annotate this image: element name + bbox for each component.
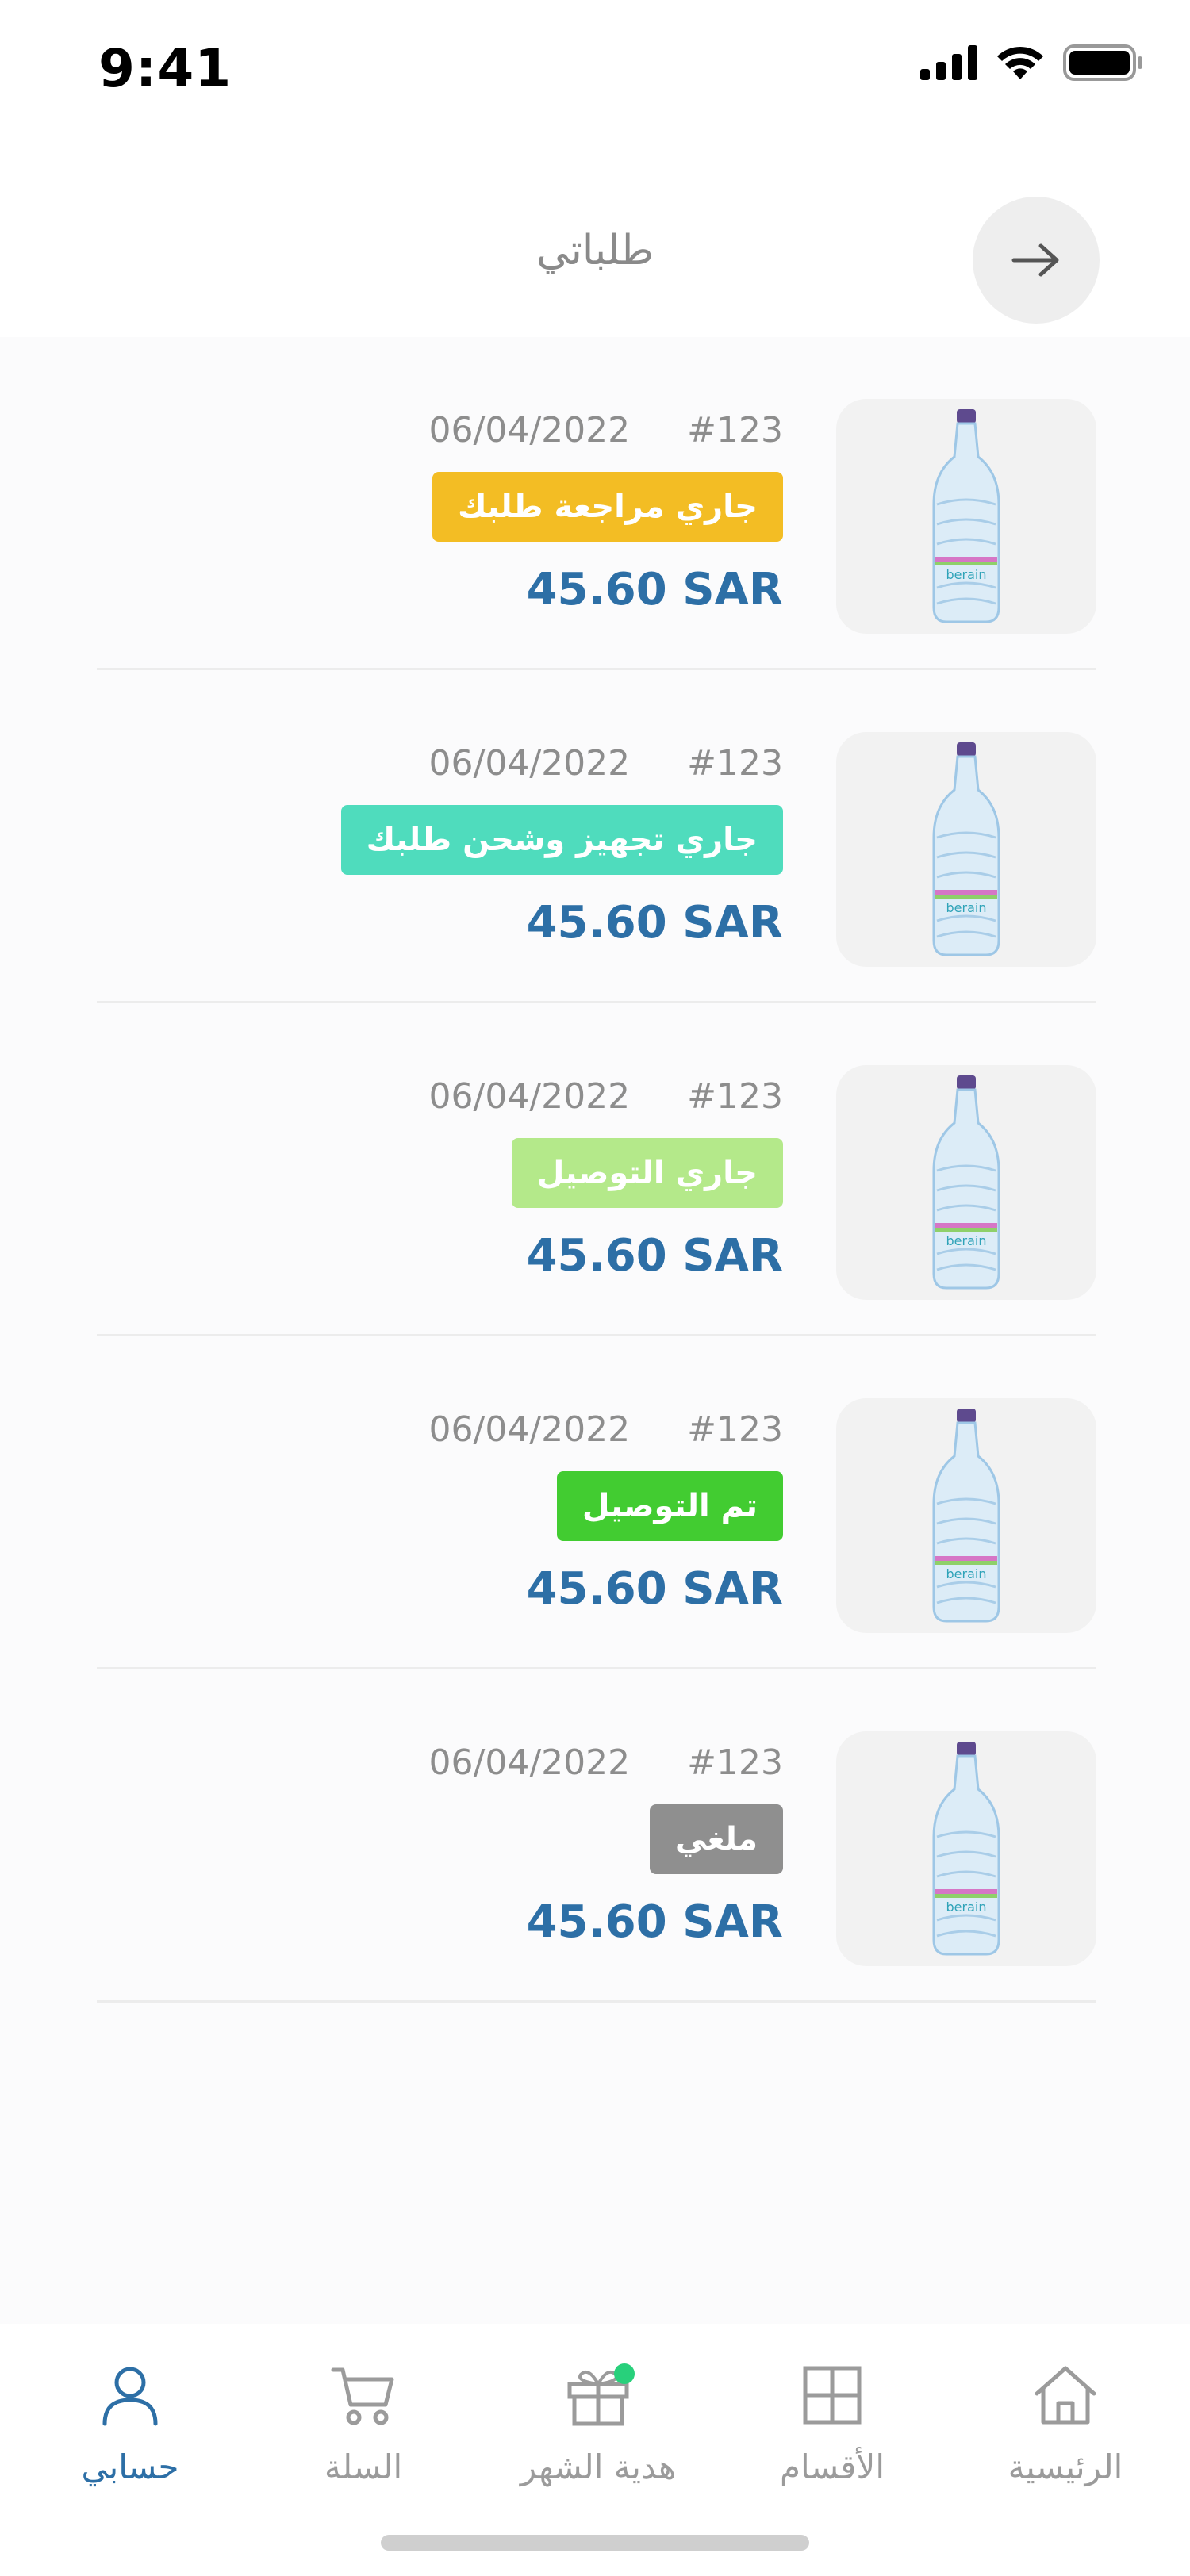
nav-item-cart[interactable]: السلة xyxy=(260,2363,466,2486)
nav-label-home: الرئيسية xyxy=(1008,2448,1123,2486)
order-meta: 06/04/2022 #123 xyxy=(307,407,783,454)
nav-label-cart: السلة xyxy=(324,2448,403,2486)
water-bottle-image: berain xyxy=(932,1742,1000,1956)
order-date: 06/04/2022 xyxy=(428,1076,631,1117)
order-price: 45.60 SAR xyxy=(526,1563,783,1615)
order-number: #123 xyxy=(687,1409,783,1450)
svg-text:berain: berain xyxy=(946,1899,987,1915)
nav-label-categories: الأقسام xyxy=(780,2448,885,2486)
back-button[interactable] xyxy=(973,197,1100,324)
water-bottle-image: berain xyxy=(932,1409,1000,1623)
product-thumbnail: berain xyxy=(836,399,1096,634)
order-meta: 06/04/2022 #123 xyxy=(307,1406,783,1454)
svg-text:berain: berain xyxy=(946,900,987,915)
status-time: 9:41 xyxy=(98,38,232,99)
order-number: #123 xyxy=(687,743,783,784)
signal-icon xyxy=(920,45,977,80)
svg-text:berain: berain xyxy=(946,1233,987,1248)
nav-item-home[interactable]: الرئيسية xyxy=(962,2363,1169,2486)
status-badge: جاري التوصيل xyxy=(511,1138,783,1208)
order-price: 45.60 SAR xyxy=(526,1896,783,1948)
svg-text:berain: berain xyxy=(946,1566,987,1581)
grid-icon xyxy=(803,2366,862,2425)
status-badge: ملغي xyxy=(649,1804,783,1874)
divider xyxy=(97,2000,1096,2003)
water-bottle-image: berain xyxy=(932,742,1000,956)
order-info: 06/04/2022 #123 ملغي 45.60 SAR xyxy=(307,1739,783,1950)
order-meta: 06/04/2022 #123 xyxy=(307,1073,783,1121)
svg-text:berain: berain xyxy=(946,567,987,582)
status-badge: جاري مراجعة طلبك xyxy=(432,472,783,542)
order-info: 06/04/2022 #123 جاري التوصيل 45.60 SAR xyxy=(307,1073,783,1284)
order-row[interactable]: berain 06/04/2022 #123 تم التوصيل 45.60 S… xyxy=(97,1336,1096,1669)
home-indicator xyxy=(381,2535,809,2551)
water-bottle-image: berain xyxy=(932,1075,1000,1290)
product-thumbnail: berain xyxy=(836,1065,1096,1300)
status-badge: جاري تجهيز وشحن طلبك xyxy=(340,805,783,875)
product-thumbnail: berain xyxy=(836,1398,1096,1633)
order-number: #123 xyxy=(687,410,783,450)
order-number: #123 xyxy=(687,1742,783,1783)
order-info: 06/04/2022 #123 تم التوصيل 45.60 SAR xyxy=(307,1406,783,1617)
status-icons xyxy=(920,44,1144,81)
water-bottle-image: berain xyxy=(932,409,1000,623)
order-meta: 06/04/2022 #123 xyxy=(307,740,783,788)
arrow-right-icon xyxy=(1012,243,1059,277)
order-row[interactable]: berain 06/04/2022 #123 جاري التوصيل 45.60… xyxy=(97,1003,1096,1336)
home-icon xyxy=(1035,2366,1096,2425)
app-root: 9:41 طلباتي berain 06/04/2022 #123 جاري … xyxy=(0,0,1190,2576)
order-date: 06/04/2022 xyxy=(428,410,631,450)
battery-icon xyxy=(1063,44,1142,81)
nav-label-gift: هدية الشهر xyxy=(520,2448,677,2486)
order-row[interactable]: berain 06/04/2022 #123 جاري تجهيز وشحن طل… xyxy=(97,670,1096,1003)
order-info: 06/04/2022 #123 جاري تجهيز وشحن طلبك 45.6… xyxy=(307,740,783,951)
nav-item-account[interactable]: حسابي xyxy=(27,2363,233,2486)
nav-item-categories[interactable]: الأقسام xyxy=(729,2363,935,2486)
order-date: 06/04/2022 xyxy=(428,1409,631,1450)
status-badge: تم التوصيل xyxy=(556,1471,783,1541)
product-thumbnail: berain xyxy=(836,732,1096,967)
order-meta: 06/04/2022 #123 xyxy=(307,1739,783,1787)
order-info: 06/04/2022 #123 جاري مراجعة طلبك 45.60 SA… xyxy=(307,407,783,618)
order-number: #123 xyxy=(687,1076,783,1117)
status-bar: 9:41 xyxy=(0,0,1190,135)
wifi-icon xyxy=(997,46,1043,79)
order-price: 45.60 SAR xyxy=(526,897,783,949)
order-row[interactable]: berain 06/04/2022 #123 جاري مراجعة طلبك 4… xyxy=(97,337,1096,670)
order-price: 45.60 SAR xyxy=(526,564,783,615)
notification-dot xyxy=(614,2363,635,2384)
order-date: 06/04/2022 xyxy=(428,743,631,784)
order-price: 45.60 SAR xyxy=(526,1230,783,1282)
order-date: 06/04/2022 xyxy=(428,1742,631,1783)
nav-label-account: حسابي xyxy=(81,2448,179,2486)
header: طلباتي xyxy=(0,135,1190,337)
product-thumbnail: berain xyxy=(836,1731,1096,1966)
cart-icon xyxy=(331,2367,394,2425)
order-row[interactable]: berain 06/04/2022 #123 ملغي 45.60 SAR xyxy=(97,1669,1096,2003)
user-icon xyxy=(102,2367,158,2426)
nav-item-gift[interactable]: هدية الشهر xyxy=(495,2363,701,2486)
